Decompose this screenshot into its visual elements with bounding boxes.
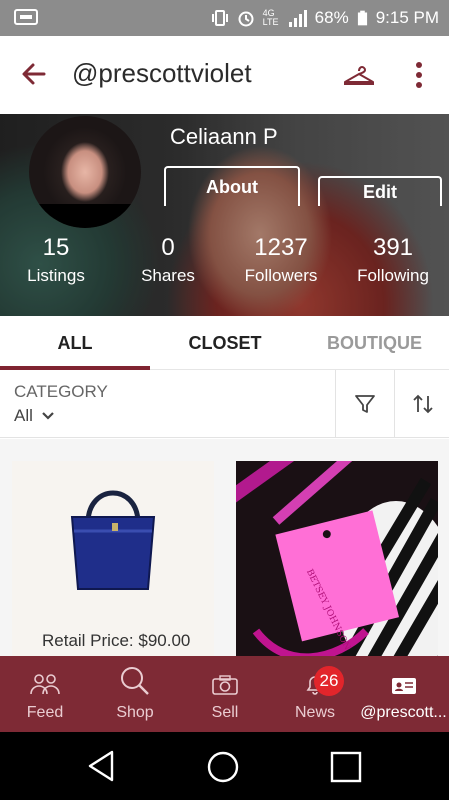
chevron-down-icon xyxy=(42,412,54,420)
signal-icon xyxy=(288,9,307,27)
search-icon xyxy=(121,667,149,695)
stat-listings[interactable]: 15 Listings xyxy=(18,234,94,286)
nav-label: @prescott... xyxy=(360,704,447,721)
nav-label: Sell xyxy=(211,704,239,721)
people-icon xyxy=(30,674,60,695)
hanger-icon[interactable] xyxy=(342,62,376,88)
nav-sell[interactable]: Sell xyxy=(180,656,270,732)
stat-value: 0 xyxy=(161,234,175,261)
more-vert-icon[interactable] xyxy=(408,60,430,90)
app-bar: @prescottviolet xyxy=(0,36,449,114)
nav-news[interactable]: News 26 xyxy=(270,656,360,732)
stat-label: Following xyxy=(357,266,429,285)
product-photo: BETSEY JOHNSON xyxy=(236,461,438,661)
nav-feed[interactable]: Feed xyxy=(0,656,90,732)
filter-icon[interactable] xyxy=(351,390,379,418)
category-value: All xyxy=(14,406,33,425)
nav-profile[interactable]: @prescott... xyxy=(358,656,449,732)
profile-name: Celiaann P xyxy=(170,124,278,149)
stat-value: 391 xyxy=(372,234,414,261)
tab-closet[interactable]: CLOSET xyxy=(150,316,300,370)
stat-value: 1237 xyxy=(254,234,308,261)
sort-icon[interactable] xyxy=(409,390,437,418)
category-label: CATEGORY xyxy=(14,382,108,401)
avatar[interactable] xyxy=(29,116,141,228)
system-back-icon[interactable] xyxy=(86,750,116,782)
vibrate-icon xyxy=(211,10,228,26)
nav-shop[interactable]: Shop xyxy=(90,656,180,732)
stat-shares[interactable]: 0 Shares xyxy=(132,234,204,286)
battery-percent: 68% xyxy=(314,8,349,27)
nav-label: Shop xyxy=(116,704,154,721)
tab-boutique[interactable]: BOUTIQUE xyxy=(300,316,449,370)
listing-card[interactable]: Retail Price: $90.00 xyxy=(12,461,214,661)
about-button[interactable]: About xyxy=(164,166,300,206)
nav-label: News xyxy=(294,704,335,721)
voicemail-icon xyxy=(14,9,38,25)
status-bar: 4G LTE 68% 9:15 PM xyxy=(0,0,449,36)
edit-button[interactable]: Edit xyxy=(318,176,442,206)
listing-card[interactable]: BETSEY JOHNSON xyxy=(236,461,438,661)
divider xyxy=(394,370,395,438)
bottom-nav: Feed Shop Sell News 26 @prescott... xyxy=(0,656,449,732)
tab-all[interactable]: ALL xyxy=(0,316,150,370)
handbag-image xyxy=(70,490,156,590)
stat-value: 15 xyxy=(42,234,70,261)
alarm-icon xyxy=(238,11,254,27)
camera-icon xyxy=(212,675,238,695)
system-nav-bar xyxy=(0,732,449,800)
nav-label: Feed xyxy=(26,704,64,721)
stat-following[interactable]: 391 Following xyxy=(350,234,436,286)
stat-followers[interactable]: 1237 Followers xyxy=(236,234,326,286)
network-type: 4G LTE xyxy=(262,8,279,27)
profile-card-icon xyxy=(391,678,416,694)
system-recents-icon[interactable] xyxy=(330,751,362,783)
retail-price: Retail Price: $90.00 xyxy=(42,631,191,650)
filter-bar: CATEGORY All xyxy=(0,370,449,438)
notification-badge: 26 xyxy=(314,666,344,696)
stat-label: Listings xyxy=(27,266,85,285)
listing-grid: Retail Price: $90.00 BETSEY JOHNSON xyxy=(0,439,449,661)
category-dropdown[interactable]: All xyxy=(14,406,55,426)
clock: 9:15 PM xyxy=(375,8,439,27)
page-title: @prescottviolet xyxy=(72,58,252,88)
back-arrow-icon[interactable] xyxy=(18,58,50,90)
battery-icon xyxy=(357,10,367,26)
system-home-icon[interactable] xyxy=(206,750,240,784)
closet-tabs: ALL CLOSET BOUTIQUE xyxy=(0,316,449,370)
stat-label: Followers xyxy=(244,266,318,285)
stat-label: Shares xyxy=(141,266,195,285)
divider xyxy=(335,370,336,438)
